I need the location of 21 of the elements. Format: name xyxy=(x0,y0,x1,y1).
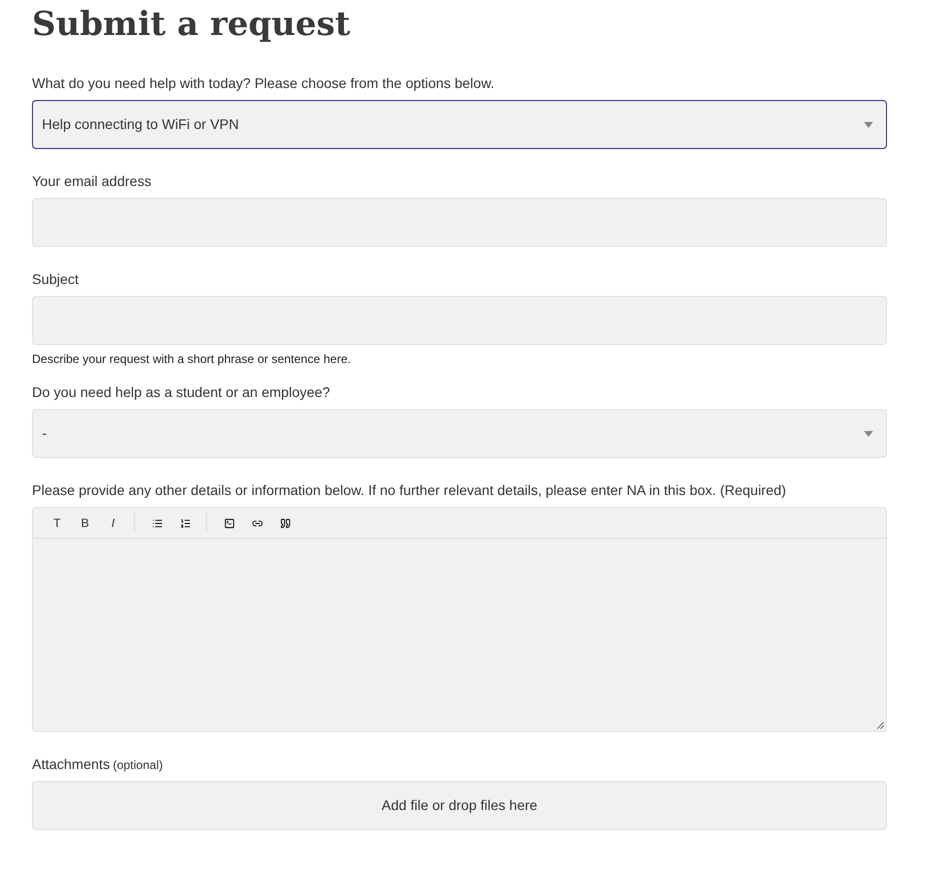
resize-handle-icon[interactable] xyxy=(877,722,884,729)
field-label: Do you need help as a student or an employee? xyxy=(32,383,332,402)
add-file-dropzone[interactable]: Add file or drop files here xyxy=(32,781,887,830)
dropdown[interactable]: - xyxy=(32,409,887,458)
optional-note: (optional) xyxy=(112,757,163,774)
field-label: Please provide any other details or information below. If no further relevant details, please enter NA in this box. (Required) xyxy=(32,481,788,500)
format-button[interactable]: T xyxy=(43,513,71,533)
dropdown-arrow-icon xyxy=(864,122,873,128)
dropdown-arrow-icon xyxy=(864,430,873,436)
format-button[interactable]: I xyxy=(99,513,127,533)
input-field[interactable] xyxy=(32,296,887,345)
field-label: Your email address xyxy=(32,172,152,191)
text-editor[interactable]: T B I xyxy=(32,507,887,732)
field-label: What do you need help with today? Please choose from the options below. xyxy=(32,74,496,93)
field-hint: Describe your request with a short phrase or sentence here. xyxy=(32,351,352,368)
page-title: Submit a request xyxy=(32,3,352,44)
field-label: Attachments xyxy=(32,755,110,774)
input-field[interactable] xyxy=(32,198,887,247)
dropdown[interactable]: Help connecting to WiFi or VPN xyxy=(32,100,887,149)
format-button[interactable]: B xyxy=(71,513,99,533)
field-label: Subject xyxy=(32,270,80,289)
